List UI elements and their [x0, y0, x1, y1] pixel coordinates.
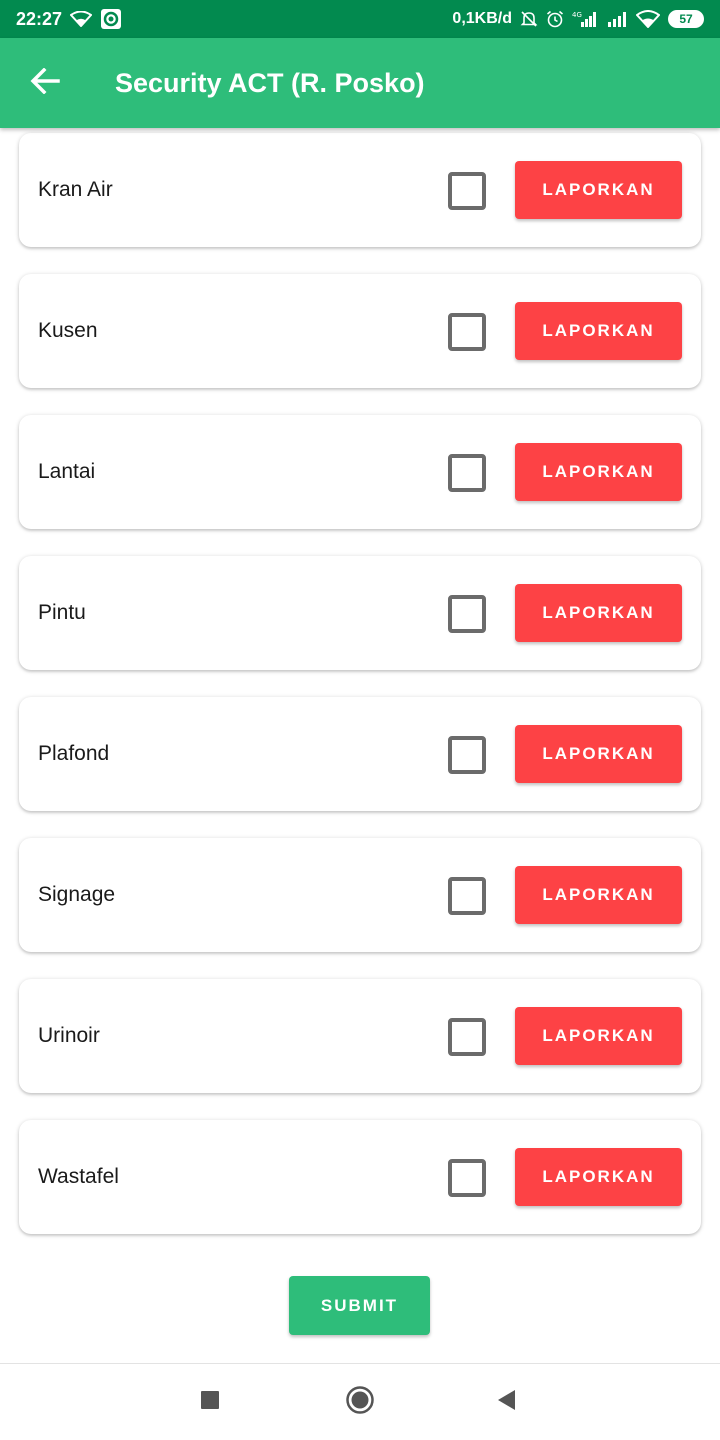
list-item: Lantai LAPORKAN — [19, 415, 701, 529]
status-bar-left: 22:27 — [16, 8, 122, 30]
report-button[interactable]: LAPORKAN — [515, 866, 682, 924]
item-label: Lantai — [38, 460, 96, 483]
status-time: 22:27 — [16, 8, 63, 29]
alarm-icon — [546, 10, 564, 28]
item-checkbox[interactable] — [448, 172, 486, 210]
home-button[interactable] — [320, 1364, 400, 1440]
submit-button[interactable]: SUBMIT — [289, 1276, 430, 1335]
svg-text:4G: 4G — [572, 11, 582, 19]
back-triangle-icon — [496, 1389, 516, 1416]
battery-icon: 57 — [668, 10, 704, 28]
item-label: Plafond — [38, 742, 110, 765]
app-notification-icon — [100, 8, 122, 30]
report-button[interactable]: LAPORKAN — [515, 1148, 682, 1206]
wifi-icon — [636, 10, 660, 28]
report-button[interactable]: LAPORKAN — [515, 584, 682, 642]
item-checkbox[interactable] — [448, 313, 486, 351]
status-bar: 22:27 0,1KB/d 4G 57 — [0, 0, 720, 38]
list-item: Kran Air LAPORKAN — [19, 133, 701, 247]
item-label: Kusen — [38, 319, 98, 342]
arrow-left-icon — [30, 67, 60, 99]
report-button[interactable]: LAPORKAN — [515, 302, 682, 360]
report-button[interactable]: LAPORKAN — [515, 443, 682, 501]
signal-4g-icon: 4G — [572, 10, 598, 28]
item-checkbox[interactable] — [448, 1159, 486, 1197]
list-item: Plafond LAPORKAN — [19, 697, 701, 811]
list-item: Kusen LAPORKAN — [19, 274, 701, 388]
item-checkbox[interactable] — [448, 1018, 486, 1056]
recents-square-icon — [200, 1390, 220, 1415]
item-label: Kran Air — [38, 178, 113, 201]
signal-icon — [606, 10, 628, 28]
item-checkbox[interactable] — [448, 595, 486, 633]
back-button[interactable] — [0, 38, 90, 128]
wifi-icon — [70, 11, 93, 27]
item-checkbox[interactable] — [448, 877, 486, 915]
list-item: Signage LAPORKAN — [19, 838, 701, 952]
list-item: Urinoir LAPORKAN — [19, 979, 701, 1093]
system-nav-bar — [0, 1363, 720, 1440]
item-label: Pintu — [38, 601, 86, 624]
network-speed: 0,1KB/d — [452, 10, 512, 27]
mute-icon — [520, 10, 538, 28]
report-button[interactable]: LAPORKAN — [515, 161, 682, 219]
home-circle-icon — [345, 1385, 375, 1420]
status-bar-right: 0,1KB/d 4G 57 — [452, 10, 704, 28]
report-button[interactable]: LAPORKAN — [515, 1007, 682, 1065]
list-item: Pintu LAPORKAN — [19, 556, 701, 670]
item-checkbox[interactable] — [448, 454, 486, 492]
item-label: Urinoir — [38, 1024, 100, 1047]
recents-button[interactable] — [170, 1364, 250, 1440]
list-item: Wastafel LAPORKAN — [19, 1120, 701, 1234]
page-title: Security ACT (R. Posko) — [115, 67, 425, 98]
item-checkbox[interactable] — [448, 736, 486, 774]
report-button[interactable]: LAPORKAN — [515, 725, 682, 783]
app-bar: Security ACT (R. Posko) — [0, 38, 720, 128]
item-label: Wastafel — [38, 1165, 119, 1188]
item-label: Signage — [38, 883, 116, 906]
system-back-button[interactable] — [466, 1364, 546, 1440]
